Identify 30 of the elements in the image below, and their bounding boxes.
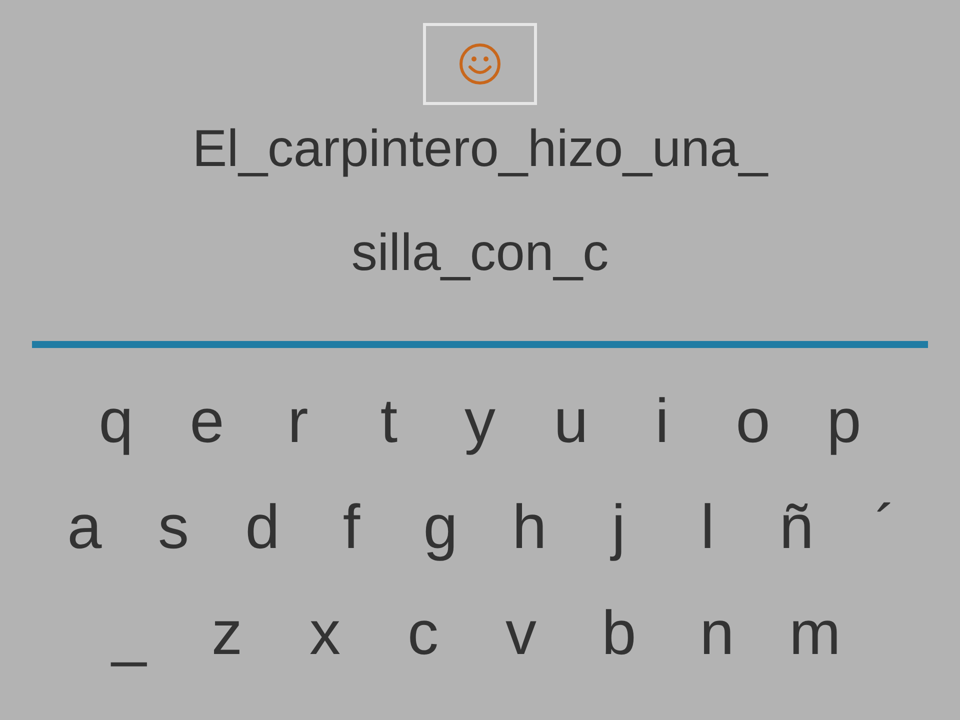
key-button[interactable]: a	[40, 492, 129, 564]
key-button[interactable]: _	[80, 598, 178, 670]
key-button[interactable]: l	[663, 492, 752, 564]
key-button[interactable]: s	[129, 492, 218, 564]
key-button[interactable]: q	[70, 386, 162, 458]
key-button[interactable]: u	[526, 386, 616, 458]
prompt-text: El_carpintero_hizo_una_	[192, 119, 768, 179]
key-button[interactable]: y	[434, 386, 526, 458]
key-button[interactable]: x	[276, 598, 374, 670]
key-button[interactable]: m	[766, 598, 864, 670]
key-button[interactable]: p	[798, 386, 890, 458]
key-button[interactable]: n	[668, 598, 766, 670]
key-button[interactable]: v	[472, 598, 570, 670]
prompt-text: silla_con_c	[351, 223, 609, 283]
key-button[interactable]: c	[374, 598, 472, 670]
key-button[interactable]: ñ	[752, 492, 841, 564]
key-button[interactable]: b	[570, 598, 668, 670]
key-button[interactable]: z	[178, 598, 276, 670]
key-button[interactable]: d	[218, 492, 307, 564]
smiley-icon	[458, 42, 502, 86]
key-button[interactable]: j	[574, 492, 663, 564]
key-button[interactable]: o	[708, 386, 798, 458]
key-button[interactable]: g	[396, 492, 485, 564]
key-button[interactable]: t	[344, 386, 434, 458]
key-button[interactable]: f	[307, 492, 396, 564]
key-button[interactable]: i	[616, 386, 708, 458]
key-button[interactable]: h	[485, 492, 574, 564]
key-button[interactable]: e	[162, 386, 252, 458]
key-button[interactable]: ´	[841, 492, 930, 564]
key-button[interactable]: r	[252, 386, 344, 458]
